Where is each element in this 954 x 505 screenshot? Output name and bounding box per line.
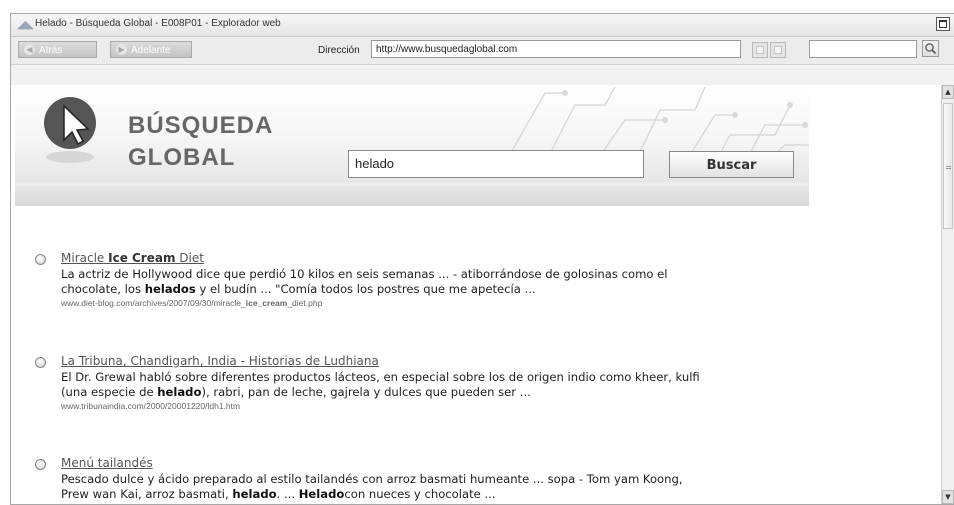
- page-icon[interactable]: [770, 42, 786, 58]
- vertical-scrollbar[interactable]: ▲ ▼: [941, 85, 954, 504]
- radio-bullet-icon: [35, 459, 46, 470]
- result-desc-line: Pescado dulce y ácido preparado al estil…: [61, 472, 683, 486]
- forward-button-label: Adelante: [131, 45, 171, 56]
- result-url: www.diet-blog.com/archives/2007/09/30/mi…: [61, 298, 323, 308]
- back-arrow-icon: ◀: [24, 44, 35, 55]
- toolbar-search-button[interactable]: [922, 40, 939, 57]
- result-desc-line: (una especie de helado), rabri, pan de l…: [61, 385, 531, 399]
- forward-arrow-icon: ▶: [116, 44, 127, 55]
- result-title-link[interactable]: Miracle Ice Cream Diet: [61, 251, 204, 265]
- address-label: Dirección: [318, 45, 360, 56]
- result-desc-line: Prew wan Kai, arroz basmati, helado. ...…: [61, 487, 496, 501]
- result-title-link[interactable]: La Tribuna, Chandigarh, India - Historia…: [61, 354, 379, 368]
- result-url: www.tribunaindia.com/2000/20001220/ldh1.…: [61, 401, 241, 411]
- browser-window: ◢◣ Helado - Búsqueda Global - E008P01 - …: [10, 13, 954, 505]
- forward-button[interactable]: ▶ Adelante: [110, 41, 192, 58]
- page-viewport: BÚSQUEDA GLOBAL helado Buscar Miracle Ic…: [11, 85, 941, 504]
- radio-bullet-icon: [35, 357, 46, 368]
- result-title-link[interactable]: Menú tailandés: [61, 456, 153, 470]
- site-header: BÚSQUEDA GLOBAL helado Buscar: [15, 85, 809, 198]
- toolbar-search-input[interactable]: [809, 40, 917, 58]
- window-title: Helado - Búsqueda Global - E008P01 - Exp…: [35, 18, 281, 29]
- browser-window-icon: ◢◣: [17, 18, 34, 31]
- result-desc-line: El Dr. Grewal habló sobre diferentes pro…: [61, 370, 700, 384]
- search-query-input[interactable]: helado: [348, 150, 644, 178]
- brand-line-1: BÚSQUEDA: [128, 112, 274, 139]
- result-description: El Dr. Grewal habló sobre diferentes pro…: [61, 370, 781, 400]
- logo-cursor-icon: [44, 97, 96, 163]
- header-bottom-band: [15, 186, 809, 206]
- result-url: www.rajaindia.ly/menu/tailandes.html: [61, 503, 200, 504]
- result-description: Pescado dulce y ácido preparado al estil…: [61, 472, 781, 502]
- back-button[interactable]: ◀ Atrás: [18, 41, 97, 58]
- result-desc-line: La actriz de Hollywood dice que perdió 1…: [61, 267, 668, 281]
- back-button-label: Atrás: [39, 45, 63, 56]
- title-bar: ◢◣ Helado - Búsqueda Global - E008P01 - …: [11, 14, 954, 37]
- bookmark-icon[interactable]: [752, 42, 768, 58]
- navigation-toolbar: ◀ Atrás ▶ Adelante Dirección http://www.…: [11, 37, 954, 65]
- scroll-down-icon[interactable]: ▼: [942, 490, 954, 504]
- result-description: La actriz de Hollywood dice que perdió 1…: [61, 267, 781, 297]
- address-bar[interactable]: http://www.busquedaglobal.com: [371, 40, 741, 58]
- radio-bullet-icon: [35, 254, 46, 265]
- brand-line-2: GLOBAL: [128, 144, 236, 171]
- maximize-button[interactable]: [936, 17, 950, 31]
- scrollbar-thumb[interactable]: [943, 103, 953, 229]
- magnifier-icon: [925, 43, 937, 55]
- result-desc-line: chocolate, los helados y el budín ... "C…: [61, 282, 536, 296]
- scroll-up-icon[interactable]: ▲: [942, 85, 954, 99]
- search-button[interactable]: Buscar: [669, 151, 794, 178]
